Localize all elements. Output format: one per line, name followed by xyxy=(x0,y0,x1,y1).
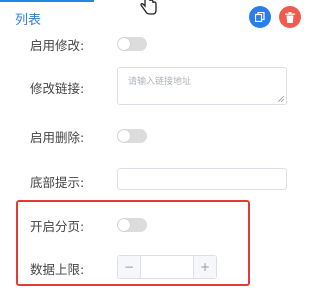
edit-link-textarea[interactable]: 请输入链接地址 xyxy=(117,67,287,105)
footer-tip-input[interactable] xyxy=(117,168,287,190)
active-tab-underline xyxy=(0,0,94,2)
enable-edit-label: 启用修改: xyxy=(30,38,85,53)
edit-link-placeholder: 请输入链接地址 xyxy=(128,77,192,87)
data-limit-label: 数据上限: xyxy=(30,262,85,277)
edit-link-label: 修改链接: xyxy=(30,81,85,96)
enable-delete-label: 启用删除: xyxy=(30,130,85,145)
enable-delete-toggle[interactable] xyxy=(117,129,147,143)
trash-icon xyxy=(285,11,295,23)
copy-button[interactable] xyxy=(249,6,271,28)
copy-icon xyxy=(255,12,265,22)
footer-tip-label: 底部提示: xyxy=(30,175,85,190)
delete-button[interactable] xyxy=(279,6,301,28)
list-title: 列表 xyxy=(15,13,42,28)
hand-pointer-icon xyxy=(140,0,157,15)
decrement-button[interactable]: − xyxy=(118,256,141,278)
enable-edit-toggle[interactable] xyxy=(117,37,147,51)
enable-paging-toggle[interactable] xyxy=(117,218,147,232)
resize-grip-icon[interactable] xyxy=(278,96,284,102)
data-limit-stepper[interactable]: − + xyxy=(117,255,217,279)
increment-button[interactable]: + xyxy=(193,256,216,278)
enable-paging-label: 开启分页: xyxy=(30,219,85,234)
